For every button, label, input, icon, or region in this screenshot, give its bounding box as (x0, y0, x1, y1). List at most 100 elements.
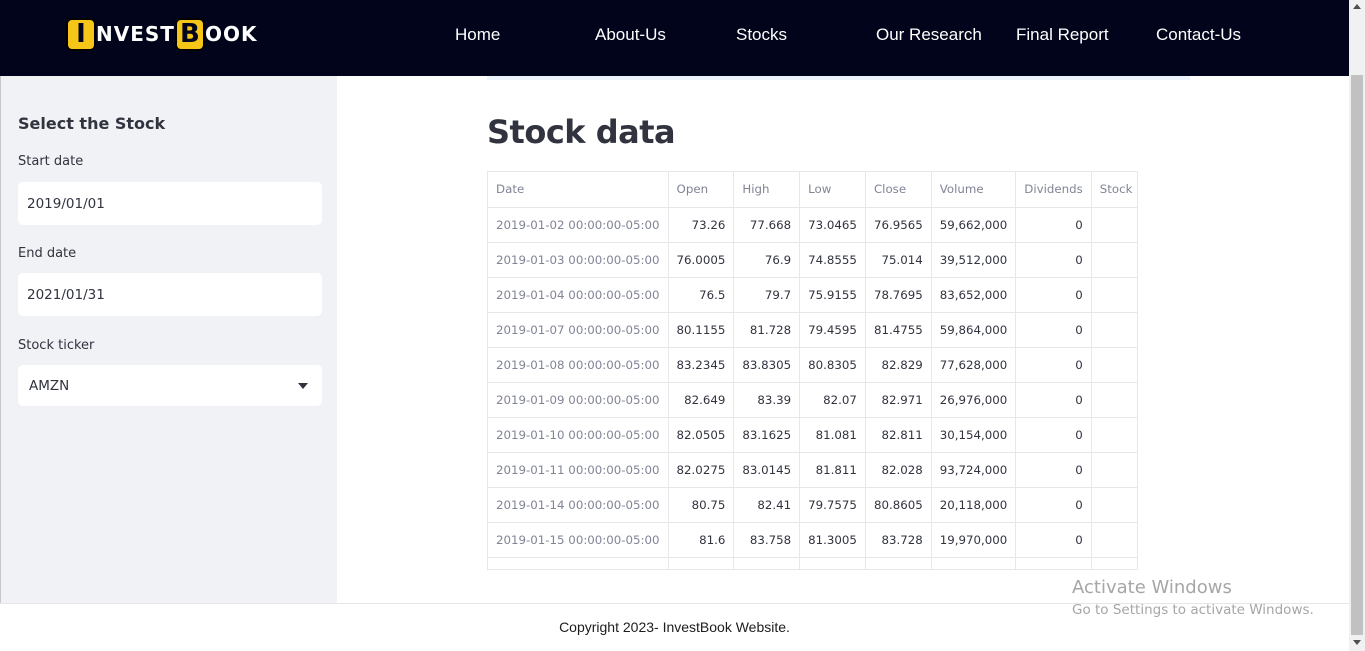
table-cell[interactable]: 75.9155 (799, 277, 866, 313)
table-cell[interactable]: 74.8555 (799, 242, 866, 278)
table-cell[interactable]: 0 (1015, 417, 1092, 453)
nav-link-home[interactable]: Home (455, 25, 500, 45)
table-cell[interactable] (865, 557, 932, 569)
table-cell[interactable]: 2019-01-07 00:00:00-05:00 (488, 312, 669, 348)
table-cell[interactable]: 75.014 (865, 242, 932, 278)
table-cell[interactable]: 80.75 (668, 487, 735, 523)
table-cell[interactable]: 82.0275 (668, 452, 735, 488)
table-cell[interactable]: 83.39 (733, 382, 801, 418)
table-cell[interactable] (1091, 557, 1137, 569)
table-cell[interactable]: 81.811 (799, 452, 866, 488)
table-cell[interactable]: 82.829 (865, 347, 932, 383)
table-cell[interactable]: 0 (1015, 487, 1092, 523)
scrollbar-thumb[interactable] (1351, 75, 1363, 635)
table-cell[interactable]: 0 (1015, 207, 1092, 243)
table-cell[interactable]: 77,628,000 (931, 347, 1017, 383)
nav-link-about-us[interactable]: About-Us (595, 25, 666, 45)
table-cell[interactable]: 2019-01-15 00:00:00-05:00 (488, 522, 669, 558)
table-cell[interactable]: 73.26 (668, 207, 735, 243)
table-cell[interactable]: 82.0505 (668, 417, 735, 453)
table-cell[interactable]: 93,724,000 (931, 452, 1017, 488)
table-cell[interactable]: 81.728 (733, 312, 801, 348)
table-cell[interactable] (1015, 557, 1092, 569)
table-cell[interactable]: 0 (1015, 452, 1092, 488)
table-cell[interactable]: 76.0005 (668, 242, 735, 278)
table-cell[interactable]: 80.8305 (799, 347, 866, 383)
table-cell[interactable]: 59,864,000 (931, 312, 1017, 348)
nav-link-our-research[interactable]: Our Research (876, 25, 982, 45)
table-cell[interactable]: 0 (1091, 452, 1137, 488)
table-cell[interactable]: 78.7695 (865, 277, 932, 313)
table-cell[interactable]: 76.9 (733, 242, 801, 278)
column-header-stock-splits[interactable]: Stock Splits (1091, 172, 1137, 208)
table-cell[interactable]: 30,154,000 (931, 417, 1017, 453)
table-cell[interactable]: 0 (1091, 277, 1137, 313)
table-cell[interactable]: 0 (1015, 312, 1092, 348)
table-cell[interactable] (668, 557, 735, 569)
column-header-close[interactable]: Close (865, 172, 932, 208)
scroll-up-arrow-icon[interactable] (1353, 4, 1361, 9)
table-cell[interactable]: 0 (1015, 382, 1092, 418)
end-date-input[interactable]: 2021/01/31 (18, 273, 322, 316)
start-date-input[interactable]: 2019/01/01 (18, 182, 322, 225)
table-cell[interactable]: 79.7 (733, 277, 801, 313)
table-cell[interactable]: 81.3005 (799, 522, 866, 558)
nav-link-stocks[interactable]: Stocks (736, 25, 787, 45)
table-cell[interactable]: 83.1625 (733, 417, 801, 453)
investbook-logo[interactable]: I NVEST B OOK (66, 17, 257, 51)
table-cell[interactable]: 2019-01-08 00:00:00-05:00 (488, 347, 669, 383)
table-cell[interactable]: 0 (1015, 242, 1092, 278)
table-cell[interactable]: 80.1155 (668, 312, 735, 348)
table-cell[interactable] (931, 557, 1017, 569)
table-cell[interactable]: 0 (1091, 242, 1137, 278)
table-cell[interactable]: 82.028 (865, 452, 932, 488)
table-cell[interactable]: 2019-01-02 00:00:00-05:00 (488, 207, 669, 243)
table-cell[interactable]: 80.8605 (865, 487, 932, 523)
table-cell[interactable]: 2019-01-11 00:00:00-05:00 (488, 452, 669, 488)
table-cell[interactable]: 0 (1091, 207, 1137, 243)
table-cell[interactable]: 81.4755 (865, 312, 932, 348)
table-cell[interactable]: 2019-01-14 00:00:00-05:00 (488, 487, 669, 523)
table-cell[interactable]: 81.6 (668, 522, 735, 558)
table-cell[interactable]: 0 (1091, 417, 1137, 453)
table-cell[interactable]: 0 (1091, 487, 1137, 523)
table-cell[interactable]: 73.0465 (799, 207, 866, 243)
table-cell[interactable]: 79.4595 (799, 312, 866, 348)
table-cell[interactable]: 0 (1015, 277, 1092, 313)
column-header-high[interactable]: High (733, 172, 801, 208)
table-cell[interactable]: 81.081 (799, 417, 866, 453)
table-cell[interactable]: 0 (1091, 382, 1137, 418)
table-cell[interactable] (733, 557, 801, 569)
table-cell[interactable]: 26,976,000 (931, 382, 1017, 418)
table-cell[interactable]: 83.758 (733, 522, 801, 558)
table-cell[interactable]: 76.5 (668, 277, 735, 313)
stock-ticker-select[interactable]: AMZN (18, 365, 322, 406)
table-cell[interactable]: 2019-01-10 00:00:00-05:00 (488, 417, 669, 453)
table-cell[interactable] (488, 557, 669, 569)
table-cell[interactable]: 39,512,000 (931, 242, 1017, 278)
table-cell[interactable] (799, 557, 866, 569)
table-cell[interactable]: 83.8305 (733, 347, 801, 383)
table-cell[interactable]: 83,652,000 (931, 277, 1017, 313)
table-cell[interactable]: 82.07 (799, 382, 866, 418)
table-cell[interactable]: 83.0145 (733, 452, 801, 488)
table-cell[interactable]: 2019-01-03 00:00:00-05:00 (488, 242, 669, 278)
table-cell[interactable]: 0 (1091, 347, 1137, 383)
table-cell[interactable]: 20,118,000 (931, 487, 1017, 523)
table-cell[interactable]: 19,970,000 (931, 522, 1017, 558)
table-cell[interactable]: 0 (1015, 522, 1092, 558)
column-header-open[interactable]: Open (668, 172, 735, 208)
column-header-dividends[interactable]: Dividends (1015, 172, 1092, 208)
table-cell[interactable]: 82.811 (865, 417, 932, 453)
table-cell[interactable]: 0 (1091, 522, 1137, 558)
table-cell[interactable]: 82.971 (865, 382, 932, 418)
table-cell[interactable]: 83.2345 (668, 347, 735, 383)
nav-link-contact-us[interactable]: Contact-Us (1156, 25, 1241, 45)
table-cell[interactable]: 79.7575 (799, 487, 866, 523)
column-header-low[interactable]: Low (799, 172, 866, 208)
table-cell[interactable]: 82.41 (733, 487, 801, 523)
table-cell[interactable]: 82.649 (668, 382, 735, 418)
table-cell[interactable]: 0 (1015, 347, 1092, 383)
column-header-volume[interactable]: Volume (931, 172, 1017, 208)
table-cell[interactable]: 77.668 (733, 207, 801, 243)
